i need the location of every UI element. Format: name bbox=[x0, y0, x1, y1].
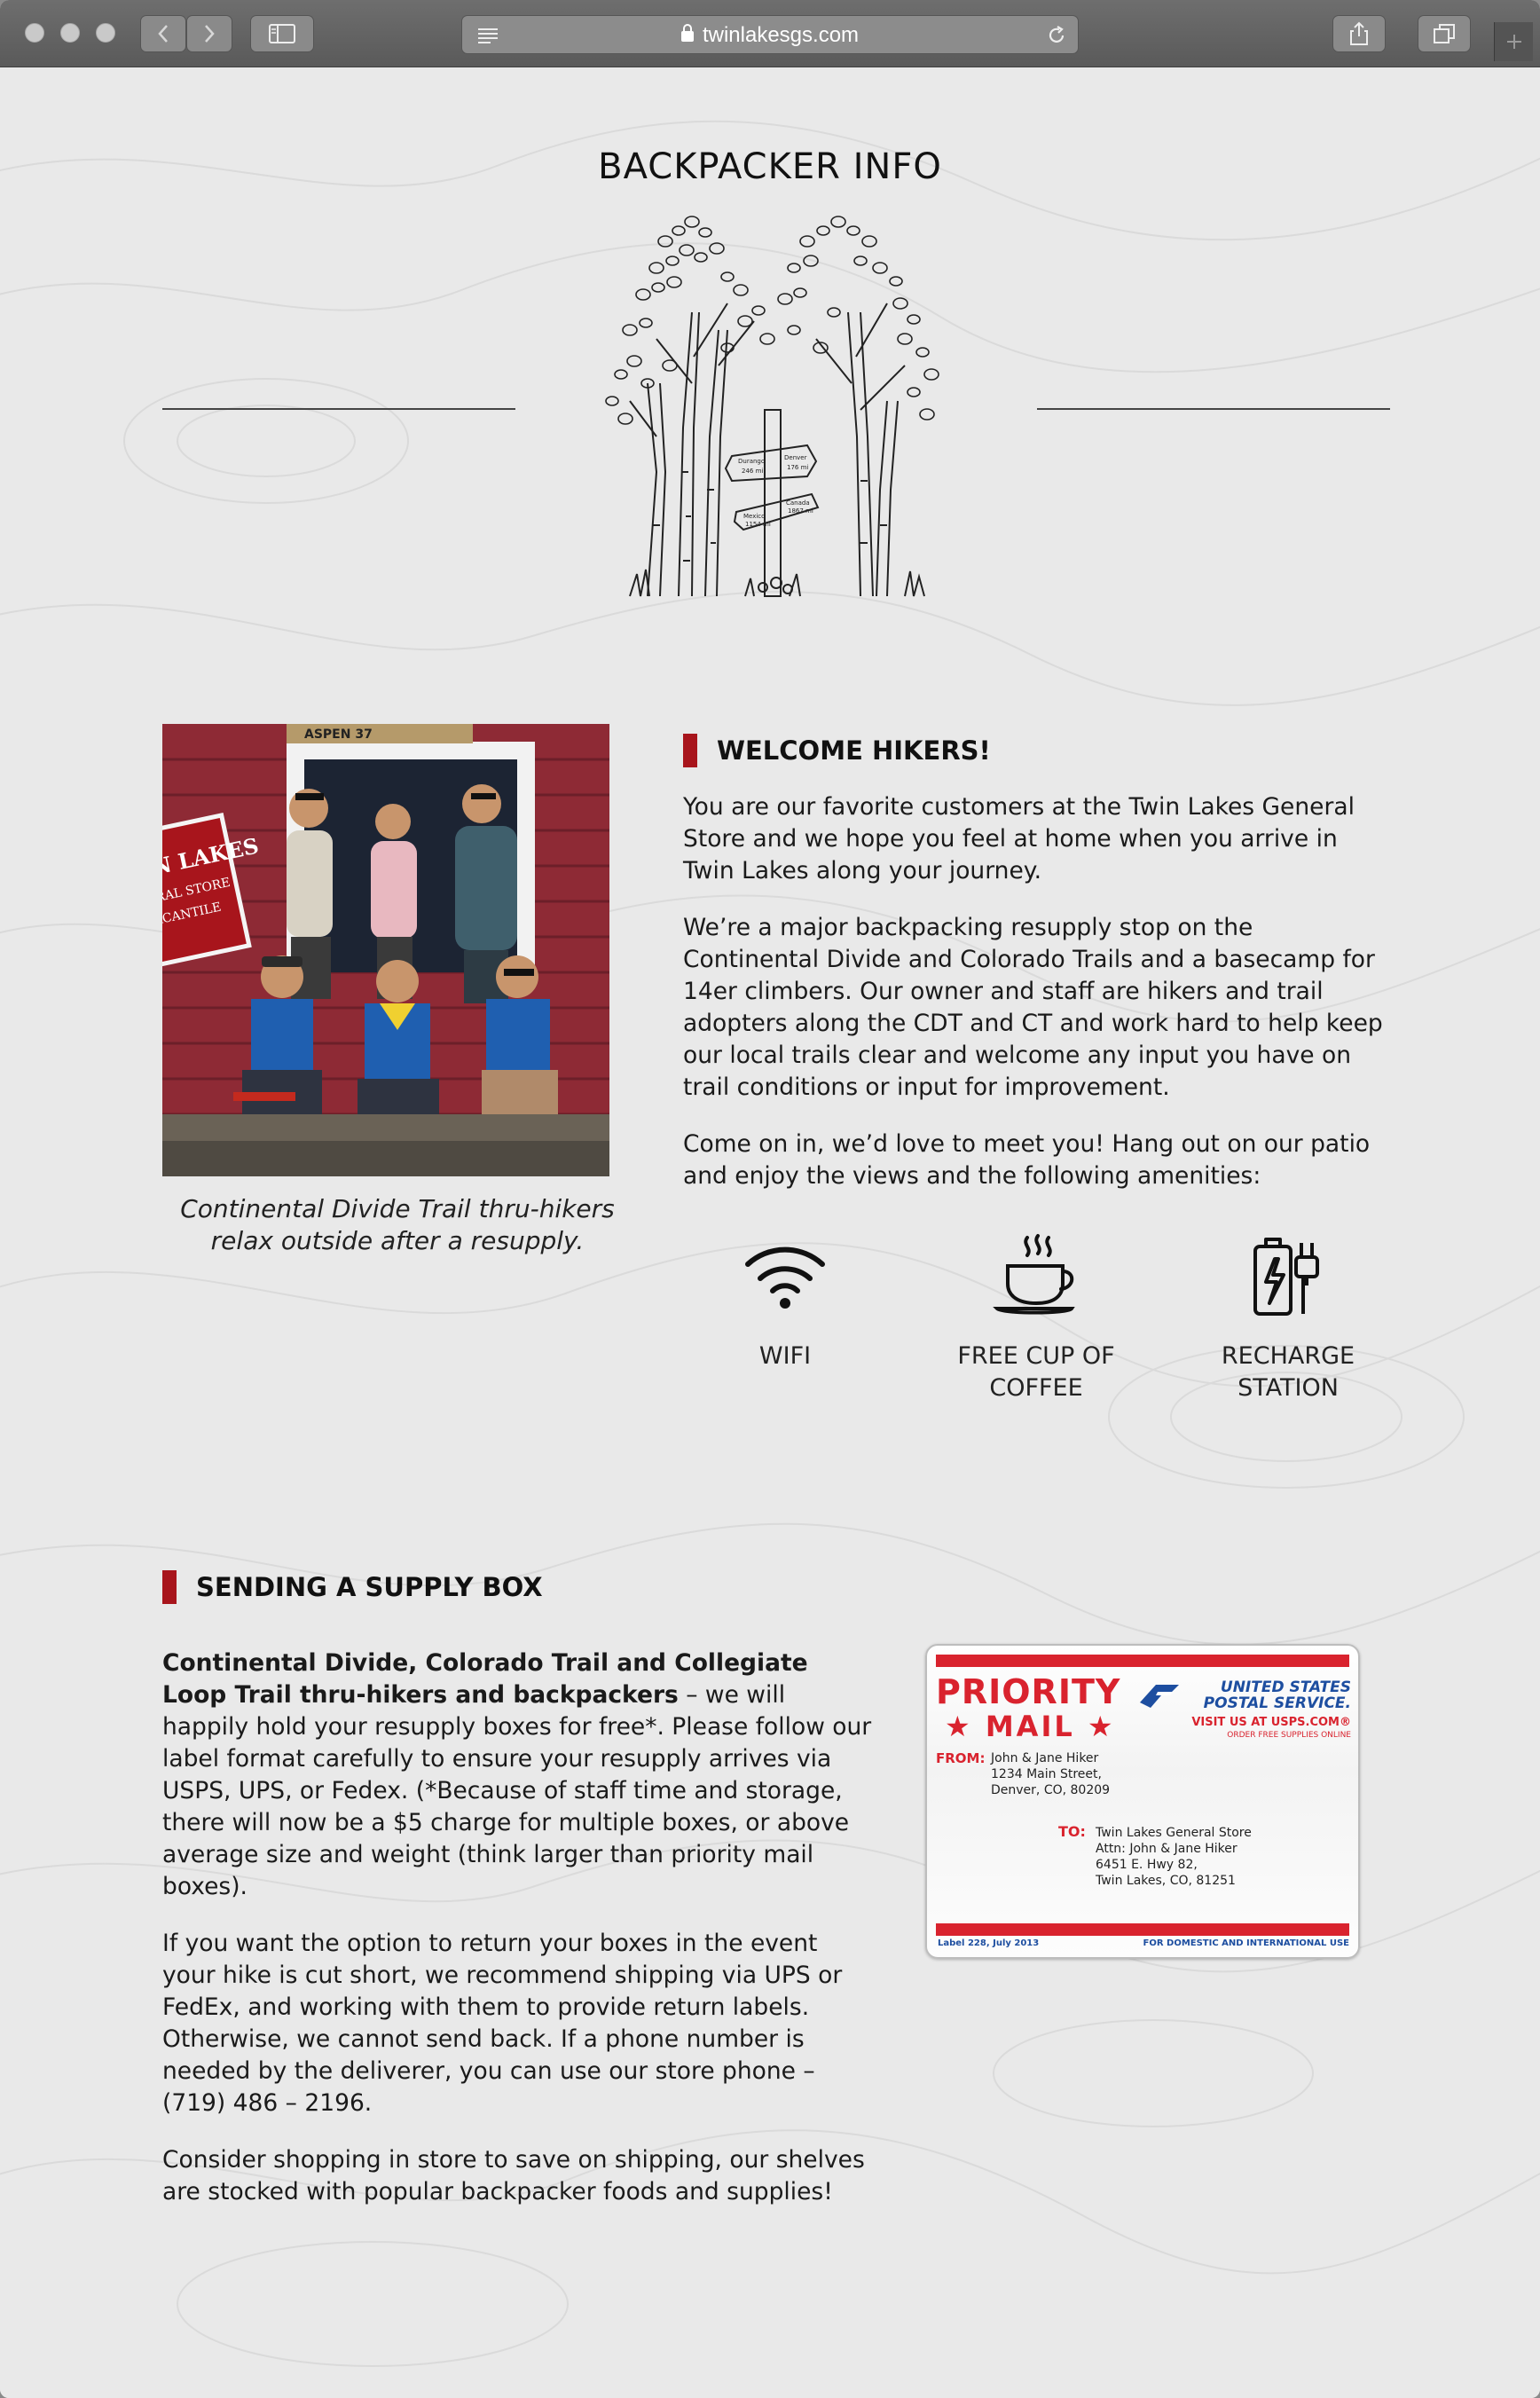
welcome-paragraph-3: Come on in, we’d love to meet you! Hang … bbox=[683, 1130, 1371, 1190]
heading-accent-bar bbox=[683, 734, 697, 767]
sign-canada: Canada bbox=[786, 499, 810, 507]
hikers-photo: ASPEN 37 IN LAKES ERAL STORE RCANTILE bbox=[162, 724, 609, 1176]
label-footer-right: FOR DOMESTIC AND INTERNATIONAL USE bbox=[1143, 1938, 1350, 1948]
divider-right bbox=[1037, 408, 1390, 410]
label-from-address: John & Jane Hiker 1234 Main Street, Denv… bbox=[991, 1750, 1110, 1798]
charging-station-icon bbox=[1253, 1238, 1319, 1316]
minimize-window-button[interactable] bbox=[60, 23, 80, 43]
browser-toolbar: twinlakesgs.com bbox=[0, 0, 1540, 67]
sign-denver-dist: 176 mi bbox=[787, 464, 808, 471]
welcome-paragraph-1: You are our favorite customers at the Tw… bbox=[683, 793, 1355, 885]
label-priority: PRIORITY bbox=[936, 1672, 1121, 1711]
supply-heading: SENDING A SUPPLY BOX bbox=[162, 1570, 543, 1604]
close-window-button[interactable] bbox=[25, 23, 44, 43]
welcome-body: You are our favorite customers at the Tw… bbox=[683, 791, 1393, 1217]
tabs-icon bbox=[1434, 24, 1455, 43]
priority-mail-label-example: PRIORITY ★ MAIL ★ UNITED STATES POSTAL S… bbox=[925, 1644, 1360, 1959]
plus-icon bbox=[1507, 35, 1521, 49]
forward-button[interactable] bbox=[186, 15, 232, 52]
label-usps-line2: POSTAL SERVICE. bbox=[1203, 1694, 1351, 1712]
hikers-photo-illustration: ASPEN 37 IN LAKES ERAL STORE RCANTILE bbox=[162, 724, 609, 1176]
sidebar-toggle-button[interactable] bbox=[250, 15, 314, 52]
divider-left bbox=[162, 408, 515, 410]
label-bottom-bar bbox=[936, 1923, 1349, 1936]
label-to-line3: 6451 E. Hwy 82, bbox=[1096, 1858, 1198, 1872]
label-visit-text: VISIT US AT USPS.COM® bbox=[1191, 1716, 1351, 1729]
wifi-icon bbox=[745, 1246, 825, 1309]
amenity-recharge: RECHARGE STATION bbox=[1186, 1230, 1390, 1404]
aspen-trees-signpost-illustration: Durango 246 mi Denver 176 mi Mexico 1154… bbox=[605, 216, 939, 597]
amenity-coffee: FREE CUP OF COFFEE bbox=[934, 1230, 1138, 1404]
address-bar[interactable]: twinlakesgs.com bbox=[461, 15, 1079, 54]
label-usps: UNITED STATES POSTAL SERVICE. bbox=[1204, 1679, 1351, 1711]
url-text: twinlakesgs.com bbox=[702, 23, 860, 47]
lock-icon bbox=[680, 24, 694, 42]
label-from-line3: Denver, CO, 80209 bbox=[991, 1783, 1111, 1797]
label-to-line2: Attn: John & Jane Hiker bbox=[1096, 1842, 1238, 1856]
label-visit-small: ORDER FREE SUPPLIES ONLINE bbox=[1227, 1731, 1351, 1740]
heading-accent-bar bbox=[162, 1570, 177, 1604]
sign-mexico: Mexico bbox=[743, 513, 765, 520]
sign-durango: Durango bbox=[738, 458, 765, 465]
back-button[interactable] bbox=[140, 15, 186, 52]
browser-window: twinlakesgs.com BACKPACKER INFO Durango … bbox=[0, 0, 1540, 2398]
share-icon bbox=[1350, 21, 1368, 45]
label-from-line2: 1234 Main Street, bbox=[991, 1767, 1102, 1781]
welcome-heading-text: WELCOME HIKERS! bbox=[717, 735, 991, 766]
label-to-address: Twin Lakes General Store Attn: John & Ja… bbox=[1096, 1825, 1252, 1889]
label-mail: ★ MAIL ★ bbox=[945, 1710, 1116, 1743]
sign-canada-dist: 1867 mi bbox=[788, 507, 813, 515]
photo-caption: Continental Divide Trail thru-hikers rel… bbox=[180, 1194, 615, 1255]
sign-durango-dist: 246 mi bbox=[742, 468, 763, 475]
amenity-wifi-label: WIFI bbox=[758, 1342, 812, 1370]
tabs-overview-button[interactable] bbox=[1418, 15, 1471, 52]
sidebar-icon bbox=[269, 24, 295, 43]
label-to-line1: Twin Lakes General Store bbox=[1096, 1826, 1252, 1840]
supply-paragraph-3: Consider shopping in store to save on sh… bbox=[162, 2146, 865, 2205]
supply-heading-text: SENDING A SUPPLY BOX bbox=[196, 1572, 543, 1602]
new-tab-button[interactable] bbox=[1494, 22, 1533, 61]
welcome-paragraph-2: We’re a major backpacking resupply stop … bbox=[683, 914, 1383, 1101]
photo-aspen-sign: ASPEN 37 bbox=[304, 727, 373, 742]
label-to: TO: bbox=[1058, 1823, 1086, 1840]
label-visit: VISIT US AT USPS.COM® ORDER FREE SUPPLIE… bbox=[1191, 1717, 1351, 1741]
coffee-cup-icon bbox=[993, 1234, 1075, 1315]
chevron-right-icon bbox=[205, 25, 215, 43]
reload-icon[interactable] bbox=[1046, 25, 1067, 46]
sign-mexico-dist: 1154 mi bbox=[745, 521, 771, 528]
supply-paragraph-1: Continental Divide, Colorado Trail and C… bbox=[162, 1647, 872, 1903]
supply-body: Continental Divide, Colorado Trail and C… bbox=[162, 1647, 872, 2233]
zoom-window-button[interactable] bbox=[96, 23, 115, 43]
amenity-coffee-label: FREE CUP OF COFFEE bbox=[957, 1342, 1115, 1402]
label-to-line4: Twin Lakes, CO, 81251 bbox=[1096, 1874, 1236, 1888]
welcome-heading: WELCOME HIKERS! bbox=[683, 734, 991, 767]
page-title: BACKPACKER INFO bbox=[598, 146, 942, 187]
amenity-wifi: WIFI bbox=[683, 1230, 887, 1372]
supply-paragraph-1-rest: – we will happily hold your resupply box… bbox=[162, 1681, 872, 1900]
page-content: BACKPACKER INFO Durango 246 mi Denver 17… bbox=[0, 68, 1540, 2398]
label-footer-left: Label 228, July 2013 bbox=[938, 1938, 1040, 1948]
label-top-bar bbox=[936, 1655, 1349, 1667]
label-from-line1: John & Jane Hiker bbox=[991, 1751, 1099, 1765]
supply-paragraph-2: If you want the option to return your bo… bbox=[162, 1930, 843, 2117]
chevron-left-icon bbox=[158, 25, 168, 43]
sign-denver: Denver bbox=[784, 454, 807, 461]
usps-eagle-icon bbox=[1140, 1685, 1179, 1708]
label-from: FROM: bbox=[936, 1750, 986, 1766]
share-button[interactable] bbox=[1332, 15, 1386, 52]
amenity-recharge-label: RECHARGE STATION bbox=[1221, 1342, 1355, 1402]
label-usps-line1: UNITED STATES bbox=[1220, 1679, 1351, 1696]
